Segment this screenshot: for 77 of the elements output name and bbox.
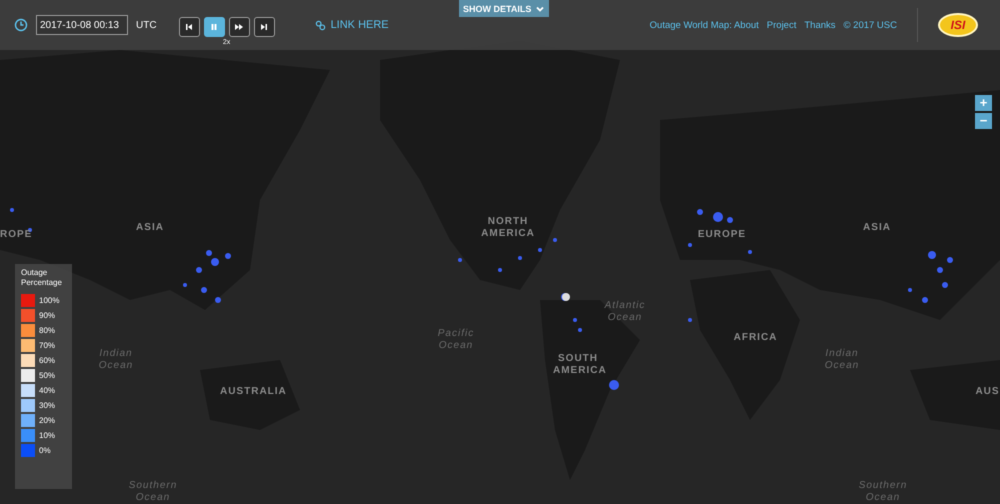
map-label: Indian Ocean — [824, 348, 860, 372]
legend-label: 80% — [39, 326, 56, 335]
legend-title: Outage Percentage — [21, 268, 63, 288]
outage-dot — [553, 238, 557, 242]
clock-icon — [14, 18, 28, 32]
map-label: AUS — [975, 386, 1000, 398]
map-label: Indian Ocean — [98, 348, 134, 372]
outage-dot — [578, 328, 582, 332]
show-details-button[interactable]: SHOW DETAILS — [459, 0, 550, 17]
outage-dot — [928, 251, 936, 259]
legend-label: 30% — [39, 401, 56, 410]
skip-forward-icon — [259, 22, 270, 32]
zoom-button[interactable]: − — [975, 113, 992, 129]
datetime-field[interactable]: 2017-10-08 00:13 — [36, 15, 128, 35]
legend-label: 10% — [39, 431, 56, 440]
playback-button[interactable] — [204, 16, 225, 36]
outage-dot — [688, 243, 692, 247]
playback-button[interactable] — [178, 16, 200, 36]
link-here-link[interactable]: LINK HERE — [314, 19, 389, 31]
map-label: EUROPE — [697, 229, 747, 241]
link-icon — [314, 20, 326, 30]
outage-dot — [206, 250, 212, 256]
legend-label: 100% — [39, 296, 60, 305]
map-label: Southern Ocean — [858, 480, 908, 504]
logo: ISI — [938, 13, 978, 37]
nav-link[interactable]: Thanks — [804, 20, 836, 30]
outage-dot — [697, 209, 703, 215]
outage-dot — [947, 257, 953, 263]
legend-label: 50% — [39, 371, 56, 380]
map-label: Southern Ocean — [128, 480, 178, 504]
legend-label: 0% — [39, 446, 51, 455]
map-label: AFRICA — [733, 332, 778, 344]
outage-dot — [196, 267, 202, 273]
pause-icon — [209, 22, 220, 32]
outage-dot — [201, 287, 207, 293]
legend-label: 70% — [39, 341, 56, 350]
zoom-button[interactable]: + — [975, 95, 992, 111]
playback-button[interactable] — [228, 16, 250, 36]
map-label: ASIA — [862, 222, 892, 234]
legend-label: 40% — [39, 386, 56, 395]
outage-dot — [727, 217, 733, 223]
fast-forward-icon — [234, 22, 244, 32]
outage-dot — [211, 258, 219, 266]
legend-label: 90% — [39, 311, 56, 320]
outage-dot — [458, 258, 462, 262]
outage-dot — [538, 248, 542, 252]
map-label: AUSTRALIA — [220, 386, 285, 398]
outage-dot — [215, 297, 221, 303]
outage-dot — [28, 228, 32, 232]
playback-button[interactable] — [254, 16, 275, 36]
nav-link[interactable]: Project — [766, 20, 796, 30]
outage-dot — [573, 318, 577, 322]
outage-dot — [937, 267, 943, 273]
outage-dot — [908, 288, 912, 292]
map-label: ASIA — [135, 222, 165, 234]
copyright-text: © 2017 USC — [844, 20, 897, 30]
outage-dot — [688, 318, 692, 322]
map-label: Atlantic Ocean — [603, 300, 646, 324]
outage-dot — [922, 297, 928, 303]
outage-dot — [10, 208, 14, 212]
map-label: SOUTH AMERICA — [553, 353, 603, 377]
outage-dot — [609, 380, 619, 390]
outage-dot — [518, 256, 522, 260]
outage-dot — [183, 283, 187, 287]
skip-back-icon — [184, 22, 194, 32]
outage-dot — [225, 253, 231, 259]
outage-dot — [748, 250, 752, 254]
map-label: NORTH AMERICA — [480, 216, 536, 240]
outage-dot — [498, 268, 502, 272]
outage-dot — [942, 282, 948, 288]
map-label: Pacific Ocean — [436, 328, 476, 352]
timezone-label: UTC — [136, 20, 157, 30]
nav-link[interactable]: Outage World Map: About — [650, 20, 759, 30]
legend-label: 20% — [39, 416, 56, 425]
outage-dot — [713, 212, 723, 222]
legend-label: 60% — [39, 356, 56, 365]
map-label: ROPE — [0, 229, 30, 241]
